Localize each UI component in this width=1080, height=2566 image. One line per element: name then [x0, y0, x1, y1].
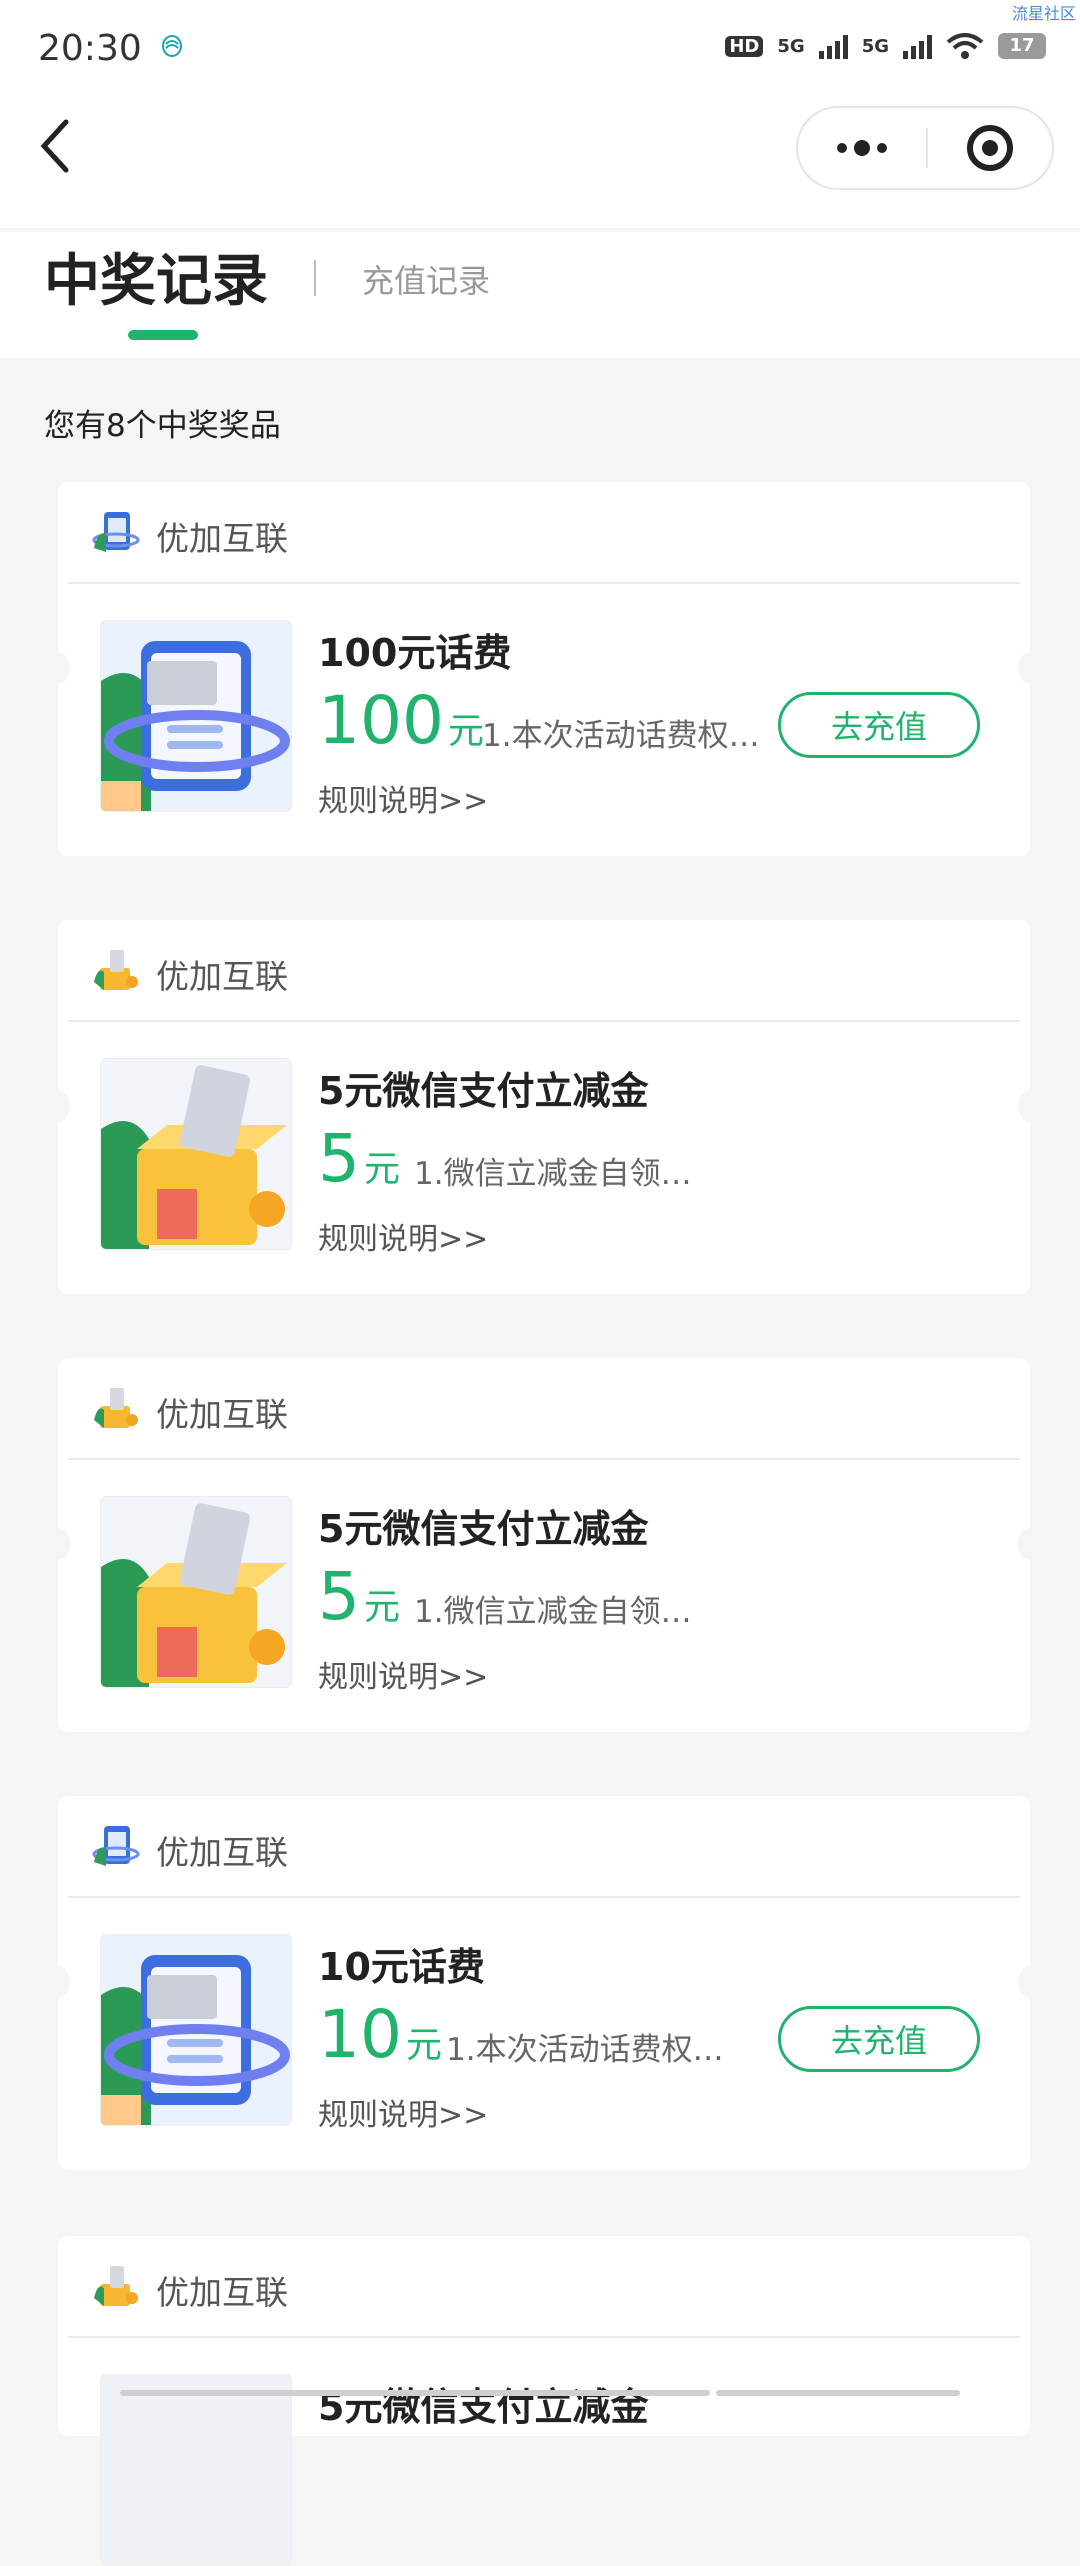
prize-description: 1.微信立减金自领… [414, 1156, 692, 1192]
carrier-icon [162, 35, 182, 57]
money-box-illustration [100, 2374, 292, 2566]
money-box-illustration [100, 1496, 292, 1688]
home-indicator-bar [716, 2390, 960, 2396]
recharge-button[interactable]: 去充值 [778, 2006, 980, 2072]
status-time: 20:30 [38, 28, 142, 69]
phone-card-illustration [100, 1934, 292, 2126]
status-bar: 20:30 流星社区 HD 5G 5G 17 [0, 0, 1080, 100]
phone-doc-icon [92, 1826, 140, 1866]
card-divider [68, 1458, 1020, 1460]
prize-title: 5元微信支付立减金 [318, 1507, 649, 1551]
ticket-notch [1018, 1966, 1042, 1998]
rules-link[interactable]: 规则说明>> [318, 1652, 488, 1696]
ticket-notch [46, 652, 70, 684]
card-divider [68, 1020, 1020, 1022]
rules-link[interactable]: 规则说明>> [318, 776, 488, 820]
prize-card: 优加互联 5元微信支付立减金 5元 1.微信立减金自领… 规则说明>> [46, 1358, 1042, 1732]
ticket-notch [1018, 652, 1042, 684]
prize-title: 5元微信支付立减金 [318, 1069, 649, 1113]
shop-name: 优加互联 [156, 1395, 288, 1434]
card-divider [68, 582, 1020, 584]
piggy-box-icon [94, 2266, 138, 2306]
more-dots-icon[interactable] [798, 108, 926, 188]
amount-unit: 元 [447, 711, 484, 752]
ticket-notch [46, 1528, 70, 1560]
shop-name: 优加互联 [156, 519, 288, 558]
prize-card: 优加互联 10元话费 10 元 1.本次活动话费权… 规则说明>> 去充值 [46, 1796, 1042, 2170]
amount-unit: 元 [405, 2025, 442, 2066]
tab-bar: 中奖记录 充值记录 [0, 232, 1080, 358]
hd-badge: HD [725, 35, 764, 57]
ticket-notch [46, 1966, 70, 1998]
prize-amount: 100 元 [318, 682, 484, 759]
prize-title: 5元微信支付立减金 [318, 2385, 649, 2429]
home-indicator-bar [120, 2390, 710, 2396]
prize-description: 1.本次活动话费权… [482, 718, 760, 754]
rules-link[interactable]: 规则说明>> [318, 1214, 488, 1258]
phone-doc-icon [92, 512, 140, 552]
chevron-left-icon[interactable] [36, 116, 76, 176]
card-divider [68, 1896, 1020, 1898]
watermark-text: 流星社区 [1011, 4, 1076, 23]
ticket-notch [46, 1090, 70, 1122]
wifi-icon [946, 33, 984, 59]
shop-name: 优加互联 [156, 2273, 288, 2312]
ticket-notch [1018, 1090, 1042, 1122]
mini-program-capsule [796, 106, 1054, 190]
signal-icon [903, 33, 932, 59]
amount-number: 5 [318, 1120, 360, 1197]
sim1-network-label: 5G [777, 35, 805, 57]
target-circle-icon[interactable] [928, 108, 1054, 188]
prize-card: 优加互联 5元微信支付立减金 [58, 2236, 1030, 2566]
prize-description: 1.本次活动话费权… [446, 2032, 724, 2068]
navigation-bar [0, 100, 1080, 200]
prize-card: 优加互联 100元话费 100 元 1.本次活动话费权… 规则说明>> 去充值 [46, 482, 1042, 856]
piggy-box-icon [94, 950, 138, 990]
tab-winning-records[interactable]: 中奖记录 [44, 236, 268, 317]
tab-divider [314, 260, 316, 296]
amount-number: 5 [318, 1558, 360, 1635]
prize-card: 优加互联 5元微信支付立减金 5元 1.微信立减金自领… 规则说明>> [46, 920, 1042, 1294]
amount-unit: 元 [364, 1149, 401, 1190]
prize-amount: 5元 [318, 1120, 400, 1197]
prize-amount: 10 元 [318, 1996, 442, 2073]
tab-recharge-records[interactable]: 充值记录 [362, 256, 490, 302]
recharge-button[interactable]: 去充值 [778, 692, 980, 758]
top-bar: 20:30 流星社区 HD 5G 5G 17 [0, 0, 1080, 228]
phone-card-illustration [100, 620, 292, 812]
active-tab-indicator [128, 330, 198, 340]
amount-unit: 元 [364, 1587, 401, 1628]
prize-title: 100元话费 [318, 631, 512, 675]
signal-icon [818, 33, 848, 59]
shop-name: 优加互联 [156, 957, 288, 996]
amount-number: 10 [318, 1996, 402, 2073]
prize-count-text: 您有8个中奖奖品 [44, 408, 281, 444]
rules-link[interactable]: 规则说明>> [318, 2090, 488, 2134]
prize-title: 10元话费 [318, 1945, 485, 1989]
sim2-network-label: 5G [861, 35, 889, 57]
piggy-box-icon [94, 1388, 138, 1428]
prize-description: 1.微信立减金自领… [414, 1594, 692, 1630]
prize-amount: 5元 [318, 1558, 400, 1635]
ticket-notch [1018, 1528, 1042, 1560]
amount-number: 100 [318, 682, 444, 759]
shop-name: 优加互联 [156, 1833, 288, 1872]
money-box-illustration [100, 1058, 292, 1250]
battery-indicator: 17 [998, 33, 1046, 59]
card-divider [68, 2336, 1020, 2338]
status-icons: HD 5G 5G 17 [725, 32, 1046, 60]
